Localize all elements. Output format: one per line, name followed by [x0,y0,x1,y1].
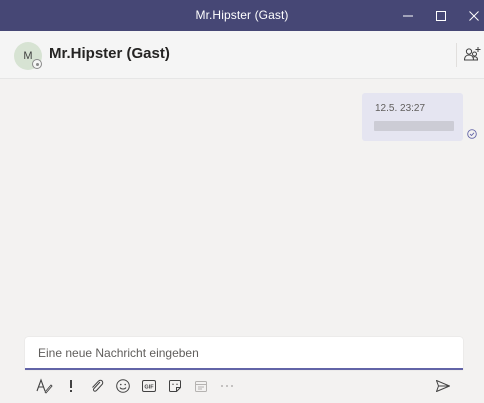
svg-text:GIF: GIF [144,385,154,391]
message-timestamp: 12.5. 23:27 [375,103,426,114]
compose-toolbar: GIF [0,372,484,400]
minimize-icon [403,15,413,16]
maximize-icon [436,10,446,21]
important-icon [70,380,72,392]
sticker-icon [169,380,181,392]
send-button[interactable] [433,376,453,396]
chat-header: M Mr.Hipster (Gast) [0,31,484,79]
more-options-button[interactable] [217,376,237,396]
send-icon [436,380,450,392]
add-people-button[interactable] [463,46,481,64]
message-bubble[interactable]: 12.5. 23:27 [362,93,463,141]
message-list[interactable]: 12.5. 23:27 [0,79,484,334]
title-bar: Mr.Hipster (Gast) [0,0,484,31]
emoji-button[interactable] [113,376,133,396]
format-icon [36,378,53,394]
contact-name: Mr.Hipster (Gast) [49,45,170,62]
emoji-icon [116,379,130,393]
message-content-redacted [374,121,454,131]
close-button[interactable] [457,0,484,31]
format-button[interactable] [34,376,54,396]
important-button[interactable] [61,376,81,396]
header-divider [456,43,457,67]
gif-icon: GIF [142,380,156,392]
avatar-initials: M [23,50,33,62]
read-check-icon [467,129,477,139]
gif-button[interactable]: GIF [139,376,159,396]
maximize-button[interactable] [424,0,458,31]
presence-status-icon [32,59,42,69]
more-options-icon [221,385,233,387]
add-people-icon [463,47,481,61]
attach-icon [92,379,104,392]
schedule-meeting-button[interactable] [191,376,211,396]
message-input[interactable] [25,337,463,368]
attach-button[interactable] [87,376,107,396]
schedule-meeting-icon [195,381,207,392]
sticker-button[interactable] [165,376,185,396]
compose-box[interactable] [25,337,463,370]
close-icon [469,10,479,21]
minimize-button[interactable] [391,0,425,31]
